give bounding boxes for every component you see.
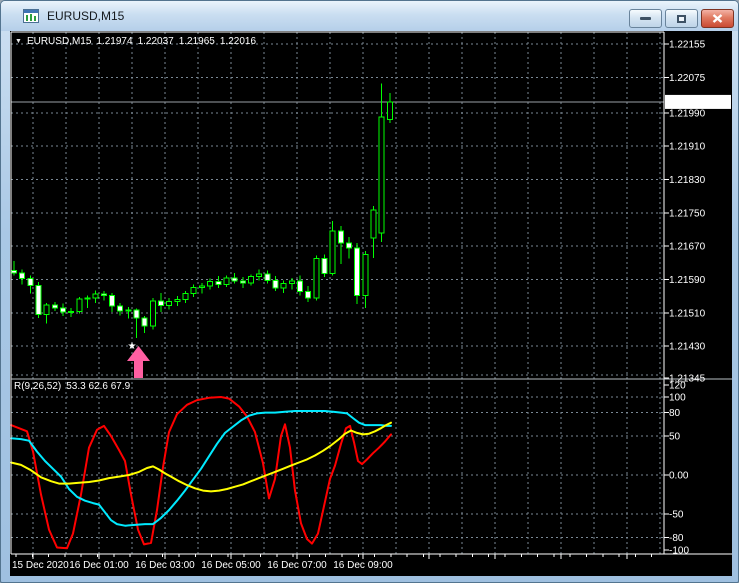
window-icon xyxy=(23,9,39,23)
price-axis-label: 1.21910 xyxy=(669,142,706,153)
candle-body xyxy=(149,300,156,327)
candle-body xyxy=(19,272,26,280)
price-axis-label: 1.21510 xyxy=(669,308,706,319)
candle-body xyxy=(190,286,197,295)
price-axis-label: 1.21830 xyxy=(669,175,706,186)
candle-body xyxy=(27,278,34,287)
candle-body xyxy=(60,307,67,313)
candle-body xyxy=(84,297,91,300)
indicator-scale-label: 80 xyxy=(669,408,681,419)
candle-body xyxy=(182,293,189,300)
current-price-label: 1.22016 xyxy=(668,98,705,109)
price-axis-label: 1.22075 xyxy=(669,73,706,84)
candle-body xyxy=(174,298,181,302)
close-icon xyxy=(712,14,723,23)
candle-body xyxy=(378,116,385,234)
candle-body xyxy=(125,309,132,312)
candle-body xyxy=(68,311,75,313)
time-axis-label: 16 Dec 05:00 xyxy=(201,560,261,571)
price-axis-label: 1.21670 xyxy=(669,242,706,253)
candle-body xyxy=(305,291,312,299)
time-axis-label: 16 Dec 07:00 xyxy=(267,560,327,571)
price-axis-label: 1.21430 xyxy=(669,342,706,353)
candle-body xyxy=(386,101,393,120)
indicator-name: R(9,26,52) xyxy=(14,381,62,392)
candle-body xyxy=(11,269,17,274)
window-title: EURUSD,M15 xyxy=(47,9,125,23)
indicator-header: R(9,26,52) 53.3 62.6 67.9 xyxy=(14,381,130,392)
candle-body xyxy=(264,273,271,281)
candle-body xyxy=(256,273,263,277)
symbol-dropdown-icon[interactable]: ▼ xyxy=(15,36,22,47)
close-value: 1.22016 xyxy=(219,36,257,47)
candle-body xyxy=(239,280,246,284)
candle-body xyxy=(354,247,361,297)
open-value: 1.21974 xyxy=(96,36,133,47)
candle-body xyxy=(296,280,303,292)
restore-icon xyxy=(677,14,686,23)
candle-body xyxy=(272,279,279,289)
price-axis-label: 1.21590 xyxy=(669,275,706,286)
title-bar[interactable]: EURUSD,M15 xyxy=(1,1,738,31)
candle-body xyxy=(345,242,352,249)
indicator-scale-label: 50 xyxy=(669,432,681,443)
candle-body xyxy=(158,300,165,306)
price-axis-label: 1.21990 xyxy=(669,108,706,119)
candle-body xyxy=(166,301,173,306)
ohlc-header: ▼ EURUSD,M15 1.21974 1.22037 1.21965 1.2… xyxy=(15,36,256,47)
candle-body xyxy=(223,277,230,285)
candle-body xyxy=(207,281,214,287)
window-controls xyxy=(629,9,734,28)
time-axis-label: 16 Dec 03:00 xyxy=(135,560,195,571)
indicator-scale-label: -50 xyxy=(669,510,684,521)
indicator-scale-label: 0.00 xyxy=(669,471,689,482)
time-axis-label: 15 Dec 2020 xyxy=(12,560,69,571)
candle-body xyxy=(198,285,205,288)
candle-body xyxy=(43,304,50,315)
candle-body xyxy=(35,285,42,315)
candle-body xyxy=(215,281,222,285)
candle-body xyxy=(280,283,287,289)
restore-button[interactable] xyxy=(665,9,698,28)
application-window: EURUSD,M15 ★ 1.22155 1.22075 1.21990 1.21910… xyxy=(0,0,739,583)
low-value: 1.21965 xyxy=(178,36,215,47)
candle-body xyxy=(51,304,58,309)
indicator-scale-label: -80 xyxy=(669,533,684,544)
candle-body xyxy=(141,317,148,327)
candle-body xyxy=(92,293,99,299)
minimize-icon xyxy=(640,17,651,20)
indicator-scale-label: 120 xyxy=(669,381,686,392)
minimize-button[interactable] xyxy=(629,9,662,28)
candle-body xyxy=(337,230,344,244)
candle-body xyxy=(100,293,107,296)
candle-body xyxy=(288,280,295,285)
high-value: 1.22037 xyxy=(137,36,174,47)
chart-canvas[interactable]: ★1.221551.220751.219901.219101.218301.21… xyxy=(10,31,732,576)
candle-body xyxy=(76,298,83,312)
price-axis-label: 1.22155 xyxy=(669,40,706,51)
candle-body xyxy=(133,309,140,319)
indicator-scale-label: -100 xyxy=(669,546,689,557)
candle-body xyxy=(109,294,116,307)
candle-body xyxy=(231,277,238,282)
candle-body xyxy=(117,305,124,312)
chart-client-area: ★ 1.22155 1.22075 1.21990 1.21910 1.21830 1.21… xyxy=(10,31,732,576)
time-axis-label: 16 Dec 09:00 xyxy=(333,560,393,571)
candle-body xyxy=(329,230,336,275)
time-axis-label: 16 Dec 01:00 xyxy=(69,560,129,571)
indicator-scale-label: 100 xyxy=(669,393,686,404)
candle-body xyxy=(362,253,369,297)
indicator-values: 53.3 62.6 67.9 xyxy=(66,381,131,392)
close-button[interactable] xyxy=(701,9,734,28)
candle-body xyxy=(313,258,320,299)
candle-body xyxy=(370,209,377,239)
price-axis-label: 1.21750 xyxy=(669,208,706,219)
candle-body xyxy=(247,276,254,284)
candle-body xyxy=(321,258,328,275)
symbol-label: EURUSD,M15 xyxy=(26,36,92,47)
